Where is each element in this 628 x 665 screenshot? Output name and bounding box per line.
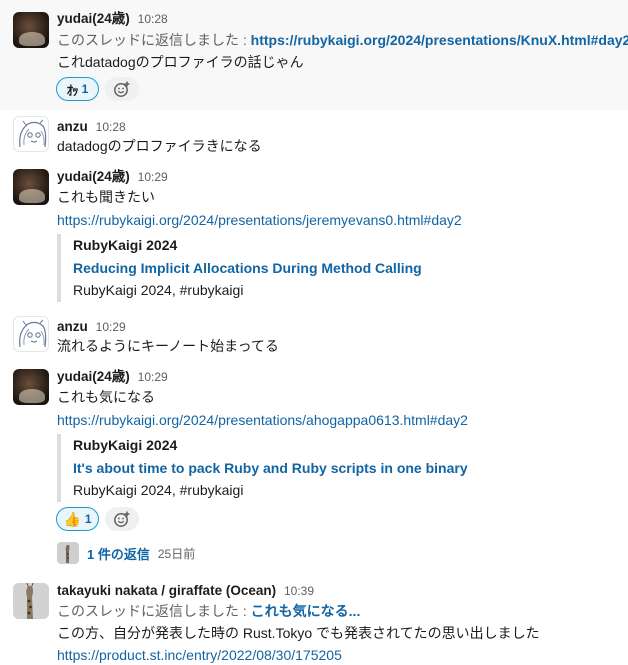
unfurl-site: RubyKaigi 2024 — [73, 437, 178, 453]
unfurl-site: RubyKaigi 2024 — [73, 237, 178, 253]
avatar[interactable] — [13, 116, 49, 152]
timestamp[interactable]: 10:28 — [138, 12, 168, 26]
unfurl-description: RubyKaigi 2024, #rubykaigi — [73, 282, 244, 298]
avatar[interactable] — [13, 369, 49, 405]
add-reaction-button[interactable] — [105, 77, 139, 101]
message-text: これdatadogのプロファイラの話じゃん — [57, 54, 304, 70]
avatar[interactable] — [13, 583, 49, 619]
message-link[interactable]: https://rubykaigi.org/2024/presentations… — [57, 209, 462, 231]
link-unfurl: RubyKaigi 2024 It's about time to pack R… — [57, 434, 577, 502]
add-reaction-icon — [114, 81, 130, 97]
timestamp[interactable]: 10:28 — [96, 120, 126, 134]
author-name[interactable]: anzu — [57, 119, 88, 134]
add-reaction-icon — [114, 511, 130, 527]
link-unfurl: RubyKaigi 2024 Reducing Implicit Allocat… — [57, 234, 577, 302]
message-4: anzu 10:29 流れるようにキーノート始まってる — [0, 310, 628, 360]
anzu-avatar-drawing — [19, 119, 47, 148]
author-name[interactable]: yudai(24歳) — [57, 169, 130, 184]
giraffe-avatar-drawing — [13, 583, 49, 619]
message-text: datadogのプロファイラきになる — [57, 138, 262, 154]
message-link[interactable]: https://rubykaigi.org/2024/presentations… — [57, 409, 468, 431]
thread-parent-link[interactable]: https://rubykaigi.org/2024/presentations… — [251, 32, 628, 48]
avatar[interactable] — [13, 12, 49, 48]
message-3: yudai(24歳) 10:29 これも聞きたい https://rubykai… — [0, 160, 628, 310]
message-5: yudai(24歳) 10:29 これも気になる https://rubykai… — [0, 360, 628, 575]
reaction-ossu[interactable]: ｵｯ 1 — [56, 77, 99, 101]
message-6: takayuki nakata / giraffate (Ocean) 10:3… — [0, 575, 628, 665]
unfurl-title[interactable]: Reducing Implicit Allocations During Met… — [73, 257, 422, 279]
reaction-thumbsup[interactable]: 👍 1 — [56, 507, 99, 531]
author-name[interactable]: yudai(24歳) — [57, 11, 130, 26]
message-2: anzu 10:28 datadogのプロファイラきになる — [0, 110, 628, 160]
reaction-count: 1 — [84, 512, 92, 526]
avatar[interactable] — [13, 316, 49, 352]
thread-reply-avatar — [57, 542, 79, 564]
message-1: yudai(24歳) 10:28 このスレッドに返信しました : https:/… — [0, 0, 628, 110]
timestamp[interactable]: 10:29 — [96, 320, 126, 334]
author-name[interactable]: takayuki nakata / giraffate (Ocean) — [57, 583, 276, 598]
thumbs-up-emoji: 👍 — [63, 510, 81, 527]
author-name[interactable]: yudai(24歳) — [57, 369, 130, 384]
message-text: これも気になる — [57, 389, 155, 405]
timestamp[interactable]: 10:29 — [138, 170, 168, 184]
anzu-avatar-drawing — [19, 319, 47, 348]
message-link[interactable]: https://product.st.inc/entry/2022/08/30/… — [57, 644, 342, 665]
reaction-count: 1 — [81, 82, 89, 96]
author-name[interactable]: anzu — [57, 319, 88, 334]
message-text: 流れるようにキーノート始まってる — [57, 338, 279, 354]
message-text: これも聞きたい — [57, 189, 155, 205]
timestamp[interactable]: 10:29 — [138, 370, 168, 384]
ossu-emoji: ｵｯ — [66, 82, 79, 98]
add-reaction-button[interactable] — [105, 507, 139, 531]
unfurl-description: RubyKaigi 2024, #rubykaigi — [73, 482, 244, 498]
thread-last-reply-time: 25日前 — [157, 546, 196, 561]
thread-reply-prefix: このスレッドに返信しました : — [57, 32, 247, 48]
thread-summary[interactable]: 1 件の返信 25日前 — [57, 542, 195, 564]
thread-parent-link[interactable]: これも気になる... — [251, 603, 361, 619]
thread-reply-prefix: このスレッドに返信しました : — [57, 603, 247, 619]
message-text: この方、自分が発表した時の Rust.Tokyo でも発表されてたの思い出しまし… — [57, 625, 540, 641]
unfurl-title[interactable]: It's about time to pack Ruby and Ruby sc… — [73, 457, 468, 479]
avatar[interactable] — [13, 169, 49, 205]
thread-reply-count[interactable]: 1 件の返信 — [87, 544, 150, 563]
timestamp[interactable]: 10:39 — [284, 584, 314, 598]
